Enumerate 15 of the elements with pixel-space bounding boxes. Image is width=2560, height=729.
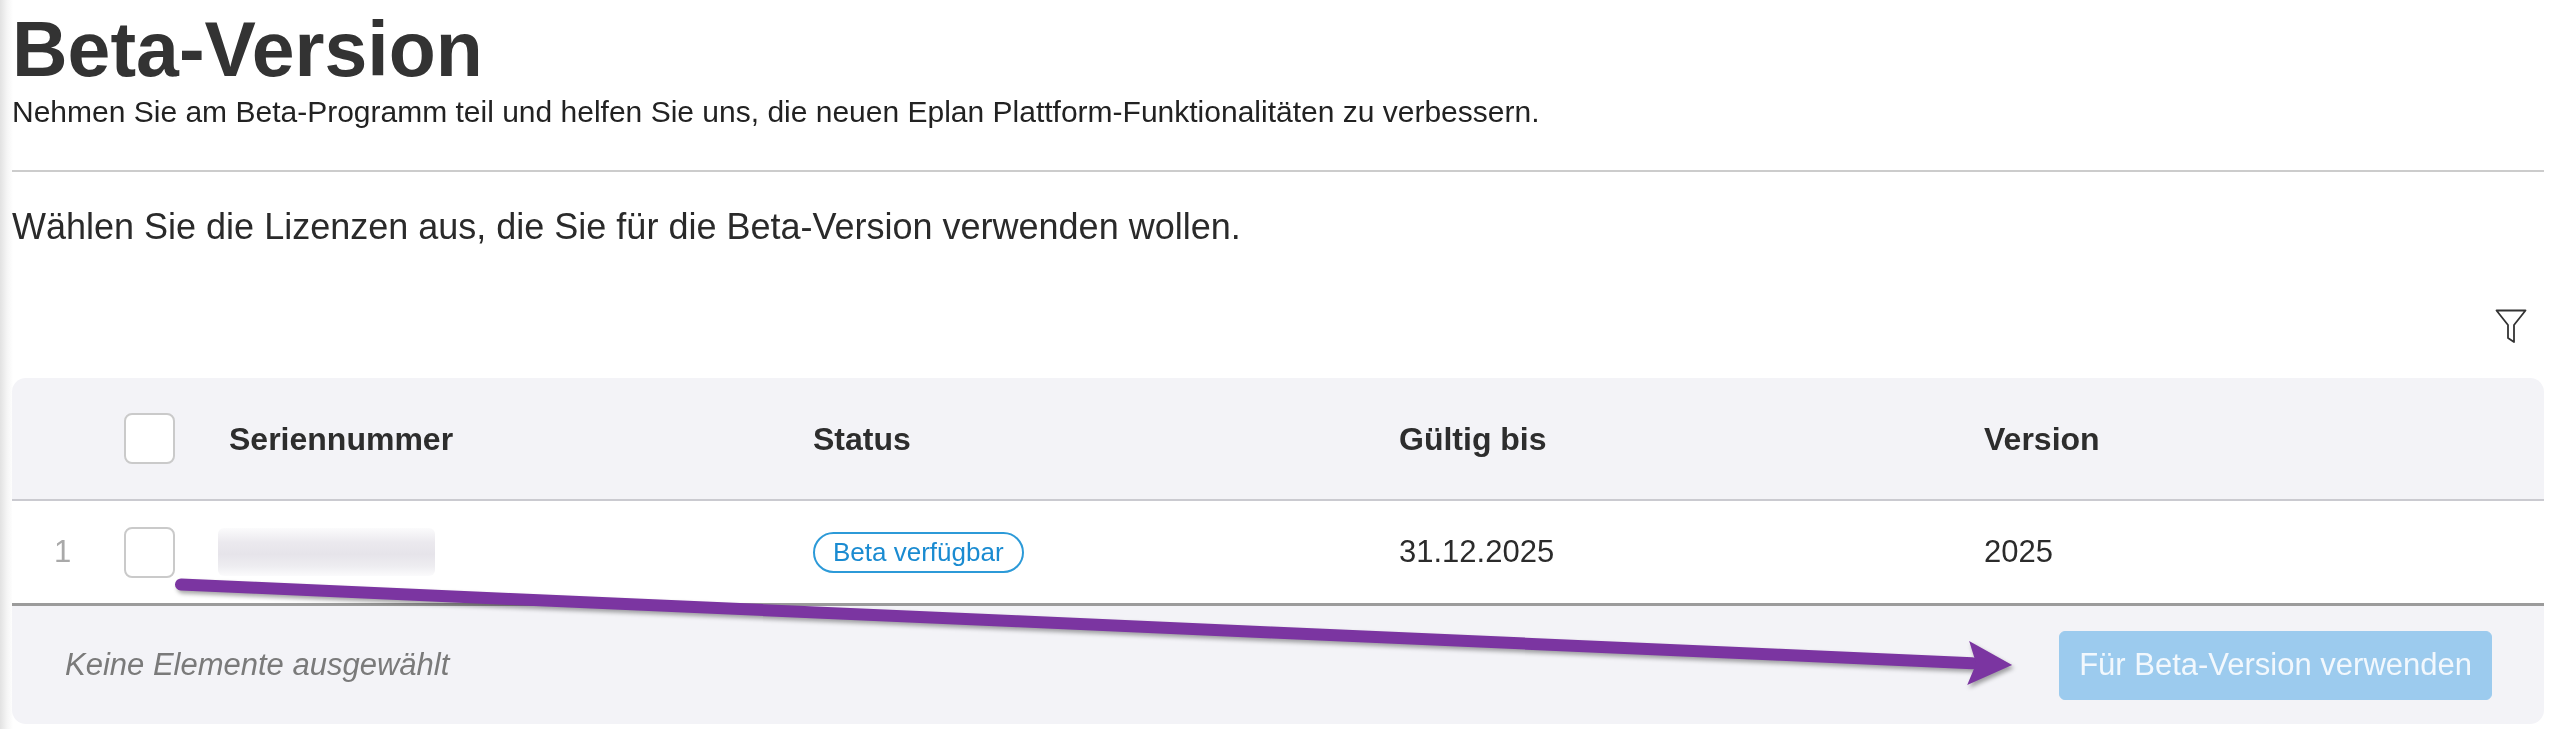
column-header: Version [1984,419,2100,459]
select-all-checkbox[interactable] [124,413,175,464]
instruction-text: Wählen Sie die Lizenzen aus, die Sie für die Beta-Version verwenden wollen. [12,205,1242,249]
column-header: Seriennummer [229,419,454,459]
row-number: 1 [54,532,72,571]
column-header: Gültig bis [1399,419,1547,459]
row-checkbox[interactable] [124,526,175,578]
table-cell-text: 31.12.2025 [1399,532,1555,571]
status-badge: Beta verfügbar [813,531,1024,573]
page-title: Beta-Version [12,11,483,88]
table-cell-text: 2025 [1984,532,2053,571]
filter-icon[interactable] [2495,309,2527,344]
column-header: Status [813,419,911,459]
page-description: Nehmen Sie am Beta-Programm teil und helfen Sie uns, die neuen Eplan Plattform-Funktionalitäten zu verbessern. [12,94,1541,130]
selection-info: Keine Elemente ausgewählt [65,645,450,684]
